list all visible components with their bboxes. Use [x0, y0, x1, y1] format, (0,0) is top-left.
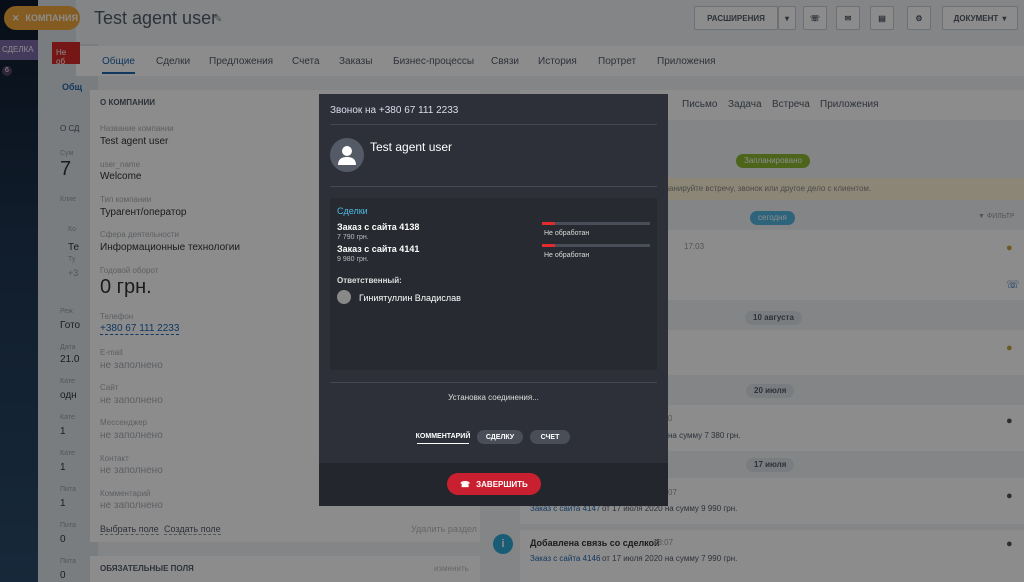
call-footer: ☎ ЗАВЕРШИТЬ: [319, 463, 668, 506]
divider: [330, 186, 657, 187]
end-call-label: ЗАВЕРШИТЬ: [476, 479, 528, 489]
connection-status: Установка соединения...: [448, 393, 539, 402]
responsible-name[interactable]: Гиниятуллин Владислав: [359, 293, 461, 303]
user-silhouette-icon: [338, 146, 356, 165]
deals-title: Сделки: [337, 206, 368, 216]
deal-status: Не обработан: [544, 230, 590, 237]
responsible-avatar: [337, 290, 351, 304]
deal-name[interactable]: Заказ с сайта 4141: [337, 244, 419, 254]
divider: [330, 382, 657, 383]
end-call-button[interactable]: ☎ ЗАВЕРШИТЬ: [447, 473, 541, 495]
deals-box: Сделки Заказ с сайта 4138 7 790 грн. Не …: [330, 198, 657, 370]
deal-progress-bar: [542, 244, 650, 247]
deal-sum: 7 790 грн.: [337, 234, 369, 241]
deal-progress-bar: [542, 222, 650, 225]
comment-button[interactable]: КОММЕНТАРИЙ: [416, 430, 470, 444]
create-deal-button[interactable]: СДЕЛКУ: [477, 430, 523, 444]
hangup-icon: ☎: [460, 479, 471, 489]
call-title: Звонок на +380 67 111 2233: [330, 105, 459, 116]
deal-status: Не обработан: [544, 252, 590, 259]
progress-fill: [542, 244, 555, 247]
divider: [330, 124, 657, 125]
deal-sum: 9 980 грн.: [337, 256, 369, 263]
create-invoice-button[interactable]: СЧЕТ: [530, 430, 570, 444]
responsible-label: Ответственный:: [337, 276, 402, 285]
deal-name[interactable]: Заказ с сайта 4138: [337, 222, 419, 232]
call-card: Звонок на +380 67 111 2233 Test agent us…: [319, 94, 668, 506]
caller-name[interactable]: Test agent user: [370, 140, 452, 154]
progress-fill: [542, 222, 555, 225]
caller-avatar: [330, 138, 364, 172]
